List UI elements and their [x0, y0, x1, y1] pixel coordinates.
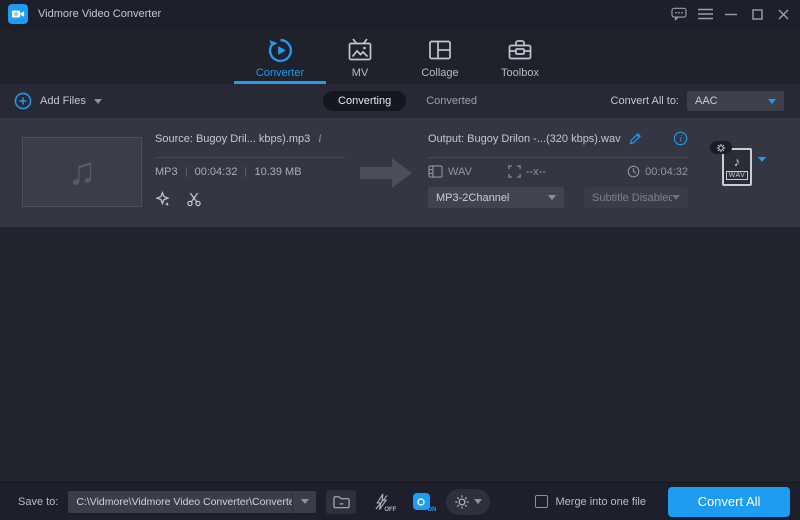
save-path-dropdown[interactable] — [292, 490, 316, 513]
toolbox-icon — [507, 36, 533, 64]
gpu-on-state: ON — [427, 506, 437, 513]
output-duration-stat: 00:04:32 — [627, 165, 688, 178]
minimize-icon[interactable] — [718, 0, 744, 28]
source-filename: Source: Bugoy Dril... kbps).mp3 — [155, 132, 311, 145]
convert-all-to-label: Convert All to: — [610, 95, 679, 107]
svg-text:i: i — [680, 134, 683, 144]
audio-track-select[interactable]: MP3-2Channel — [428, 187, 564, 208]
output-format-stat: WAV — [428, 165, 472, 178]
filter-tabs: Converting Converted — [323, 84, 477, 118]
convert-arrow-icon — [358, 154, 414, 197]
settings-button[interactable] — [446, 488, 491, 515]
main-nav: Converter MV Collage Toolbox — [0, 28, 800, 84]
tab-collage[interactable]: Collage — [400, 28, 480, 84]
bottom-bar: Save to: C:\Vidmore\Vidmore Video Conver… — [0, 482, 800, 520]
music-note-icon: ♫ — [67, 151, 97, 193]
merge-checkbox[interactable] — [534, 495, 548, 508]
source-meta: MP3 00:04:32 10.39 MB — [155, 166, 302, 178]
edit-effects-icon[interactable] — [153, 190, 171, 208]
subtitle-value: Subtitle Disabled — [592, 191, 672, 204]
source-info-icon[interactable]: i — [318, 131, 321, 146]
app-logo-icon — [8, 4, 28, 24]
maximize-icon[interactable] — [744, 0, 770, 28]
tab-toolbox[interactable]: Toolbox — [480, 28, 560, 84]
save-path-value: C:\Vidmore\Vidmore Video Converter\Conve… — [76, 495, 293, 508]
convert-all-to-group: Convert All to: AAC — [611, 84, 784, 118]
hardware-off-state: OFF — [384, 506, 397, 513]
output-info-icon[interactable]: i — [673, 131, 688, 146]
close-icon[interactable] — [770, 0, 796, 28]
converter-toolbar: Add Files Converting Converted Convert A… — [0, 84, 800, 118]
feedback-icon[interactable] — [666, 0, 692, 28]
audio-track-caret-icon — [548, 195, 556, 200]
format-settings-gear-icon[interactable] — [710, 141, 732, 154]
add-files-label: Add Files — [40, 95, 86, 107]
media-file-row[interactable]: ♫ Source: Bugoy Dril... kbps).mp3 i MP3 … — [0, 118, 800, 227]
rename-pencil-icon[interactable] — [629, 132, 642, 145]
gpu-acceleration-on-button[interactable]: ON — [406, 490, 436, 514]
tab-converting[interactable]: Converting — [323, 91, 407, 111]
subtitle-select[interactable]: Subtitle Disabled — [584, 187, 688, 208]
target-format-badge: WAV — [725, 170, 749, 180]
save-path-field[interactable]: C:\Vidmore\Vidmore Video Converter\Conve… — [68, 490, 317, 513]
tab-toolbox-label: Toolbox — [501, 67, 539, 79]
output-divider — [428, 157, 688, 158]
output-line: Output: Bugoy Drilon -...(320 kbps).wav … — [428, 131, 688, 146]
output-filename: Output: Bugoy Drilon -...(320 kbps).wav — [428, 132, 621, 145]
format-dropdown-caret-icon[interactable] — [758, 157, 766, 180]
split-panels-icon — [427, 36, 453, 64]
output-stats: WAV --x-- 00:04:32 — [428, 165, 688, 178]
tv-image-icon — [347, 36, 373, 64]
caret-down-icon — [300, 499, 309, 504]
convert-all-button[interactable]: Convert All — [668, 486, 790, 517]
merge-into-one-file-option[interactable]: Merge into one file — [534, 495, 647, 508]
file-list-empty-area — [0, 227, 800, 482]
separator — [185, 167, 187, 177]
merge-label: Merge into one file — [555, 495, 647, 508]
output-format-value: WAV — [448, 165, 472, 178]
output-duration-value: 00:04:32 — [645, 165, 688, 178]
separator — [245, 167, 247, 177]
hardware-acceleration-off-button[interactable]: OFF — [366, 490, 396, 514]
source-divider — [155, 157, 345, 158]
converter-icon — [267, 36, 294, 64]
tab-converter[interactable]: Converter — [234, 28, 326, 84]
tab-collage-label: Collage — [421, 67, 459, 79]
caret-down-icon — [758, 157, 766, 179]
folder-icon — [333, 495, 350, 508]
film-icon — [428, 165, 443, 178]
convert-all-to-select[interactable]: AAC — [687, 91, 784, 111]
open-folder-button[interactable] — [326, 489, 357, 514]
subtitle-caret-icon — [672, 195, 680, 200]
cut-scissors-icon[interactable] — [185, 190, 203, 208]
source-format: MP3 — [155, 166, 178, 178]
menu-icon[interactable] — [692, 0, 718, 28]
clock-icon — [627, 165, 640, 178]
vidmore-video-converter-window: Vidmore Video Converter Converter MV Col… — [0, 0, 800, 520]
tab-converter-label: Converter — [255, 67, 305, 79]
source-duration: 00:04:32 — [194, 166, 238, 178]
file-thumbnail: ♫ — [22, 137, 142, 207]
row-actions — [153, 190, 203, 208]
gear-icon — [455, 494, 470, 509]
file-music-note-icon: ♪ — [733, 153, 741, 169]
add-plus-icon — [14, 92, 32, 110]
tab-mv-label: MV — [351, 67, 369, 79]
add-files-button[interactable]: Add Files — [14, 92, 102, 110]
output-resolution-stat: --x-- — [508, 165, 546, 178]
source-line: Source: Bugoy Dril... kbps).mp3 i — [155, 131, 322, 146]
title-bar: Vidmore Video Converter — [0, 0, 800, 28]
settings-caret-icon — [474, 499, 483, 504]
convert-all-to-value: AAC — [695, 95, 718, 107]
tab-mv[interactable]: MV — [320, 28, 400, 84]
tab-converted[interactable]: Converted — [426, 95, 477, 107]
resolution-corners-icon — [508, 165, 521, 178]
source-size: 10.39 MB — [254, 166, 302, 178]
audio-track-value: MP3-2Channel — [436, 191, 510, 204]
add-files-caret-icon — [93, 98, 102, 104]
output-resolution-value: --x-- — [525, 165, 546, 178]
save-to-label: Save to: — [18, 495, 59, 508]
window-title: Vidmore Video Converter — [38, 8, 162, 20]
convert-all-to-caret-icon — [768, 98, 776, 104]
